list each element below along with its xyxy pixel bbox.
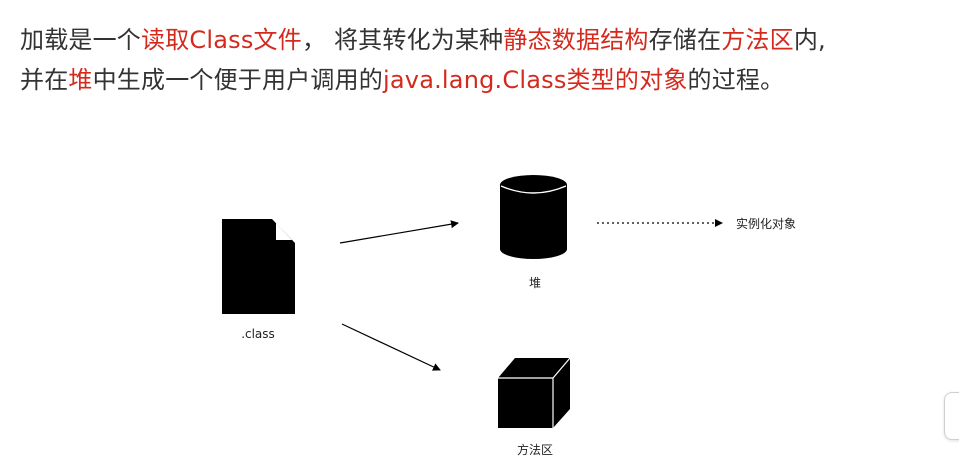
slide: 加载是一个读取Class文件， 将其转化为某种静态数据结构存储在方法区内, 并在… [0,0,959,461]
heap-cylinder-icon [500,175,567,259]
arrow-to-method-area [341,323,441,371]
method-area-label: 方法区 [516,443,553,457]
method-area-cube-icon [498,357,571,428]
arrow-to-heap [339,220,459,244]
instance-object-label: 实例化对象 [736,217,797,231]
class-file-icon [222,219,295,314]
side-panel-handle[interactable] [944,392,959,440]
class-file-label: .class [241,327,275,341]
heap-label: 堆 [528,276,541,290]
class-loading-diagram [222,175,723,428]
